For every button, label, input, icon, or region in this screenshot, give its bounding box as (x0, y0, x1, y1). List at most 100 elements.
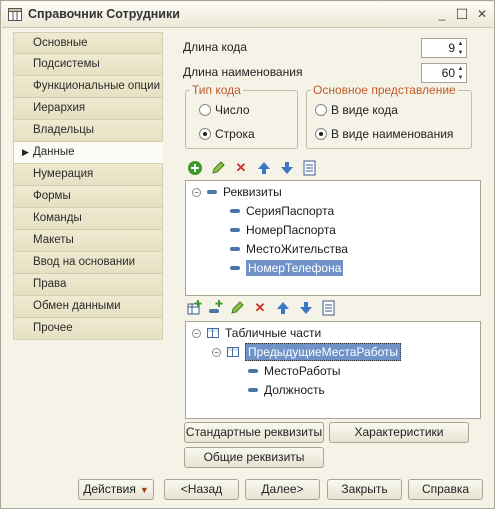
characteristics-button[interactable]: Характеристики (329, 422, 469, 443)
list-properties-icon[interactable] (321, 300, 337, 316)
move-down-icon[interactable] (279, 160, 295, 176)
attribute-icon (207, 190, 217, 194)
active-arrow-icon: ▶ (22, 147, 29, 157)
common-attributes-button[interactable]: Общие реквизиты (184, 447, 324, 468)
nav-item-other[interactable]: Прочее (13, 318, 163, 340)
window-title: Справочник Сотрудники (28, 7, 180, 21)
move-down-icon[interactable] (298, 300, 314, 316)
table-icon (207, 328, 219, 338)
delete-icon[interactable]: ✕ (252, 300, 268, 316)
tree-root-attributes[interactable]: − Реквизиты (192, 183, 282, 201)
nav-item-forms[interactable]: Формы (13, 186, 163, 208)
radio-checked-icon (315, 128, 327, 140)
nav-item-numbering[interactable]: Нумерация (13, 164, 163, 186)
sidebar-nav: Основные Подсистемы Функциональные опции… (13, 32, 164, 340)
tree-table-label: ПредыдущиеМестаРаботы (245, 343, 402, 361)
nav-item-functional-options[interactable]: Функциональные опции (13, 76, 163, 98)
nav-item-rights[interactable]: Права (13, 274, 163, 296)
name-length-label: Длина наименования (183, 65, 303, 79)
back-button[interactable]: <Назад (164, 479, 239, 500)
add-table-icon[interactable] (187, 300, 203, 316)
spin-up-icon[interactable]: ▲ (456, 65, 465, 73)
edit-pencil-icon[interactable] (229, 300, 245, 316)
nav-item-label: Иерархия (33, 102, 86, 114)
nav-item-data-exchange[interactable]: Обмен данными (13, 296, 163, 318)
radio-circle-icon (199, 104, 211, 116)
nav-item-templates[interactable]: Макеты (13, 230, 163, 252)
radio-as-code[interactable]: В виде кода (315, 103, 398, 117)
radio-number[interactable]: Число (199, 103, 250, 117)
spin-down-icon[interactable]: ▼ (456, 74, 465, 82)
spin-up-icon[interactable]: ▲ (456, 40, 465, 48)
add-attribute-icon[interactable] (208, 300, 224, 316)
radio-label: В виде кода (331, 103, 398, 117)
tree-item[interactable]: МестоРаботы (248, 362, 341, 380)
radio-as-name[interactable]: В виде наименования (315, 127, 453, 141)
nav-item-label: Владельцы (33, 124, 95, 136)
code-length-value: 9 (448, 41, 455, 55)
attributes-tree[interactable]: − Реквизиты СерияПаспорта НомерПаспорта М… (185, 180, 481, 296)
catalog-icon (8, 8, 22, 21)
tree-root-label: Реквизиты (223, 185, 282, 199)
main-representation-legend: Основное представление (313, 83, 456, 97)
move-up-icon[interactable] (256, 160, 272, 176)
code-length-input[interactable]: 9 ▲ ▼ (421, 38, 467, 58)
nav-item-input-based-on[interactable]: Ввод на основании (13, 252, 163, 274)
attribute-icon (230, 228, 240, 232)
nav-item-label: Права (33, 278, 67, 290)
title-bar: Справочник Сотрудники _ ☐ ✕ (2, 2, 493, 28)
tree-item-label: СерияПаспорта (246, 204, 335, 218)
standard-attributes-button[interactable]: Стандартные реквизиты (184, 422, 324, 443)
close-button[interactable]: Закрыть (327, 479, 402, 500)
nav-item-subsystems[interactable]: Подсистемы (13, 54, 163, 76)
tree-item[interactable]: МестоЖительства (230, 240, 348, 258)
nav-item-label: Обмен данными (33, 300, 121, 312)
nav-item-basic[interactable]: Основные (13, 32, 163, 54)
table-icon (227, 347, 239, 357)
list-properties-icon[interactable] (302, 160, 318, 176)
code-length-label: Длина кода (183, 40, 247, 54)
delete-icon[interactable]: ✕ (233, 160, 249, 176)
nav-item-label: Функциональные опции (33, 80, 160, 92)
tree-item-selected[interactable]: НомерТелефона (230, 259, 344, 277)
tree-item-label: Должность (264, 383, 325, 397)
name-length-input[interactable]: 60 ▲ ▼ (421, 63, 467, 83)
nav-item-label: Основные (33, 37, 88, 49)
actions-label: Действия (83, 482, 136, 496)
tree-item[interactable]: НомерПаспорта (230, 221, 336, 239)
spin-down-icon[interactable]: ▼ (456, 49, 465, 57)
radio-label: Число (215, 103, 250, 117)
collapse-icon[interactable]: − (212, 348, 221, 357)
add-icon[interactable] (187, 160, 203, 176)
radio-string[interactable]: Строка (199, 127, 255, 141)
nav-item-data[interactable]: ▶ Данные (13, 142, 164, 164)
tree-item[interactable]: Должность (248, 381, 325, 399)
minimize-button[interactable]: _ (434, 6, 450, 22)
maximize-button[interactable]: ☐ (454, 6, 470, 22)
radio-circle-icon (315, 104, 327, 116)
move-up-icon[interactable] (275, 300, 291, 316)
close-window-button[interactable]: ✕ (474, 6, 490, 22)
edit-pencil-icon[interactable] (210, 160, 226, 176)
nav-item-label: Формы (33, 190, 71, 202)
tree-item[interactable]: СерияПаспорта (230, 202, 334, 220)
tree-root-tabular-sections[interactable]: − Табличные части (192, 324, 321, 342)
collapse-icon[interactable]: − (192, 188, 201, 197)
collapse-icon[interactable]: − (192, 329, 201, 338)
nav-item-hierarchy[interactable]: Иерархия (13, 98, 163, 120)
tree-table-node[interactable]: − ПредыдущиеМестаРаботы (212, 343, 402, 361)
nav-item-label: Подсистемы (33, 58, 100, 70)
radio-label: Строка (215, 127, 255, 141)
nav-item-label: Ввод на основании (33, 256, 136, 268)
tree-item-label: МестоЖительства (246, 242, 348, 256)
help-button[interactable]: Справка (408, 479, 483, 500)
tree-item-label: НомерПаспорта (246, 223, 336, 237)
data-panel: Длина кода 9 ▲ ▼ Длина наименования 60 ▲… (163, 32, 481, 468)
nav-item-commands[interactable]: Команды (13, 208, 163, 230)
actions-menu-button[interactable]: Действия ▼ (78, 479, 154, 500)
tabular-sections-tree[interactable]: − Табличные части − ПредыдущиеМестаРаботы … (185, 321, 481, 419)
nav-item-label: Прочее (33, 322, 73, 334)
next-button[interactable]: Далее> (245, 479, 320, 500)
attribute-icon (230, 209, 240, 213)
nav-item-owners[interactable]: Владельцы (13, 120, 163, 142)
